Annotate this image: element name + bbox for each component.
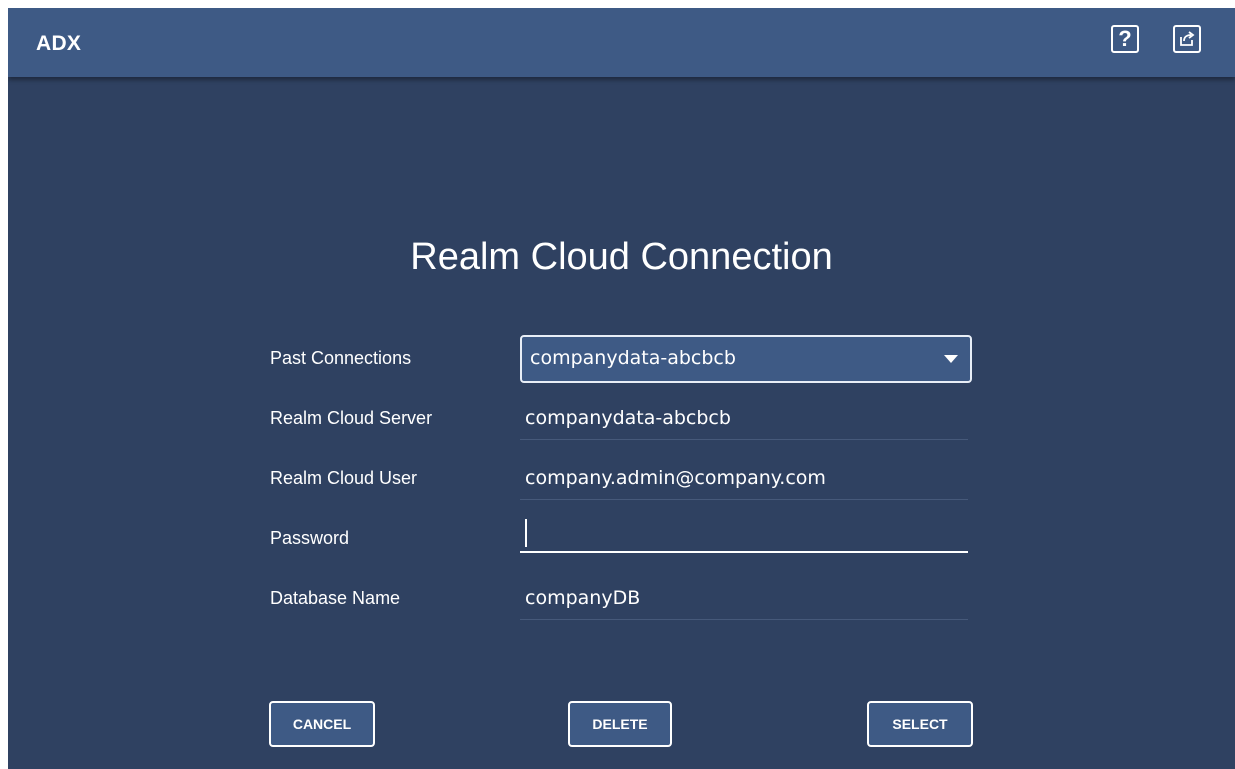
- chevron-down-icon: [944, 355, 958, 363]
- password-label: Password: [270, 528, 350, 548]
- text-cursor: [525, 519, 527, 547]
- help-button[interactable]: ?: [1111, 25, 1139, 53]
- share-button[interactable]: [1173, 25, 1201, 53]
- realm-cloud-server-field: companydata-abcbcb: [520, 404, 968, 440]
- realm-cloud-server-label: Realm Cloud Server: [270, 408, 433, 428]
- delete-button[interactable]: DELETE: [568, 701, 672, 747]
- app-window: ADX ? Realm Cloud Connection Past Connec…: [8, 8, 1235, 769]
- database-name-field: companyDB: [520, 584, 968, 620]
- top-bar: ADX ?: [8, 8, 1235, 77]
- past-connections-select[interactable]: companydata-abcbcb: [520, 335, 972, 383]
- help-icon: ?: [1118, 26, 1132, 51]
- share-icon: [1180, 31, 1195, 46]
- password-input[interactable]: [520, 513, 968, 553]
- past-connections-value: companydata-abcbcb: [530, 347, 736, 369]
- past-connections-label: Past Connections: [270, 348, 412, 368]
- realm-cloud-user-label: Realm Cloud User: [270, 468, 418, 488]
- realm-cloud-user-field: company.admin@company.com: [520, 464, 968, 500]
- cancel-button[interactable]: CANCEL: [269, 701, 375, 747]
- app-title: ADX: [36, 32, 82, 55]
- select-button[interactable]: SELECT: [867, 701, 973, 747]
- database-name-label: Database Name: [270, 588, 401, 608]
- page-title: Realm Cloud Connection: [410, 236, 833, 278]
